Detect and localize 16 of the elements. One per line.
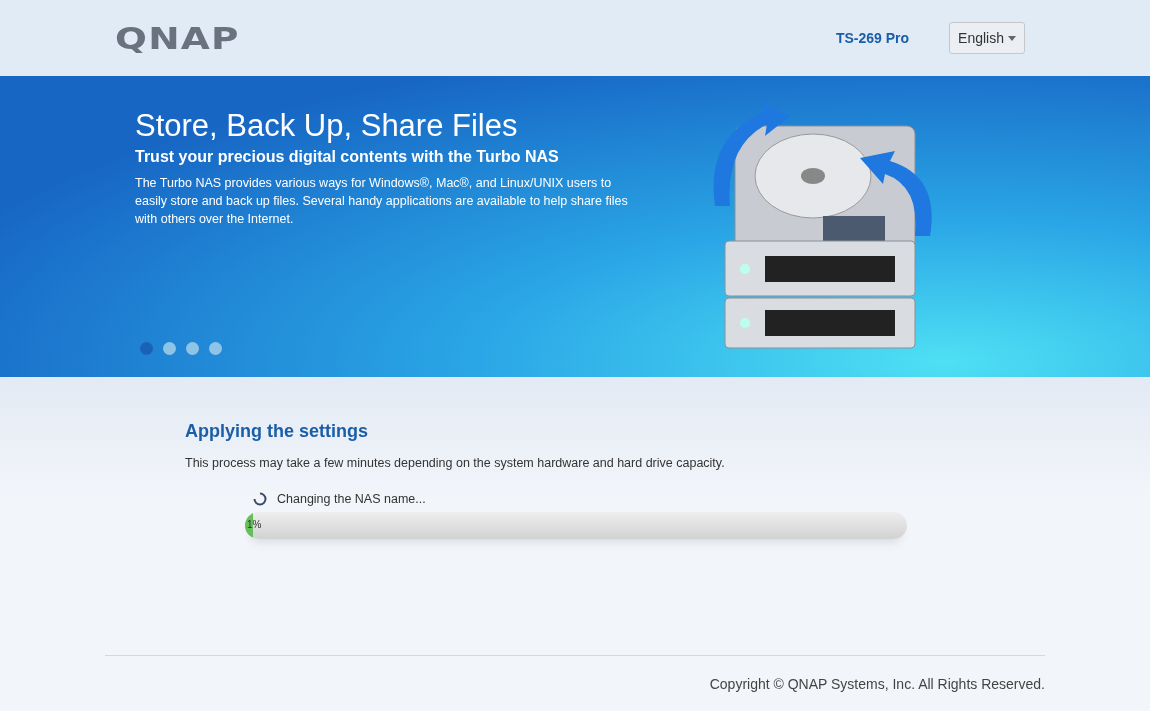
spinner-icon	[253, 492, 267, 506]
slide-indicator[interactable]	[163, 342, 176, 355]
slide-indicator[interactable]	[186, 342, 199, 355]
logo: QNAP	[115, 20, 240, 56]
slide-indicator[interactable]	[209, 342, 222, 355]
language-dropdown[interactable]: English	[949, 22, 1025, 54]
banner-subtitle: Trust your precious digital contents with the Turbo NAS	[135, 148, 560, 166]
copyright-text: Copyright © QNAP Systems, Inc. All Rights Reserved.	[709, 675, 1045, 692]
banner-description: The Turbo NAS provides various ways for Windows®, Mac®, and Linux/UNIX users to easily store and back up files. Several handy applications are available to help share files with others over the Internet.	[135, 175, 629, 228]
section-title: Applying the settings	[185, 421, 369, 442]
status-text: Changing the NAS name...	[277, 492, 426, 506]
slide-indicator[interactable]	[140, 342, 153, 355]
model-name: TS-269 Pro	[835, 30, 910, 46]
banner-title: Store, Back Up, Share Files	[135, 108, 519, 144]
note-text: This process may take a few minutes depending on the system hardware and hard drive capacity.	[185, 456, 726, 470]
caret-icon	[1008, 35, 1016, 41]
